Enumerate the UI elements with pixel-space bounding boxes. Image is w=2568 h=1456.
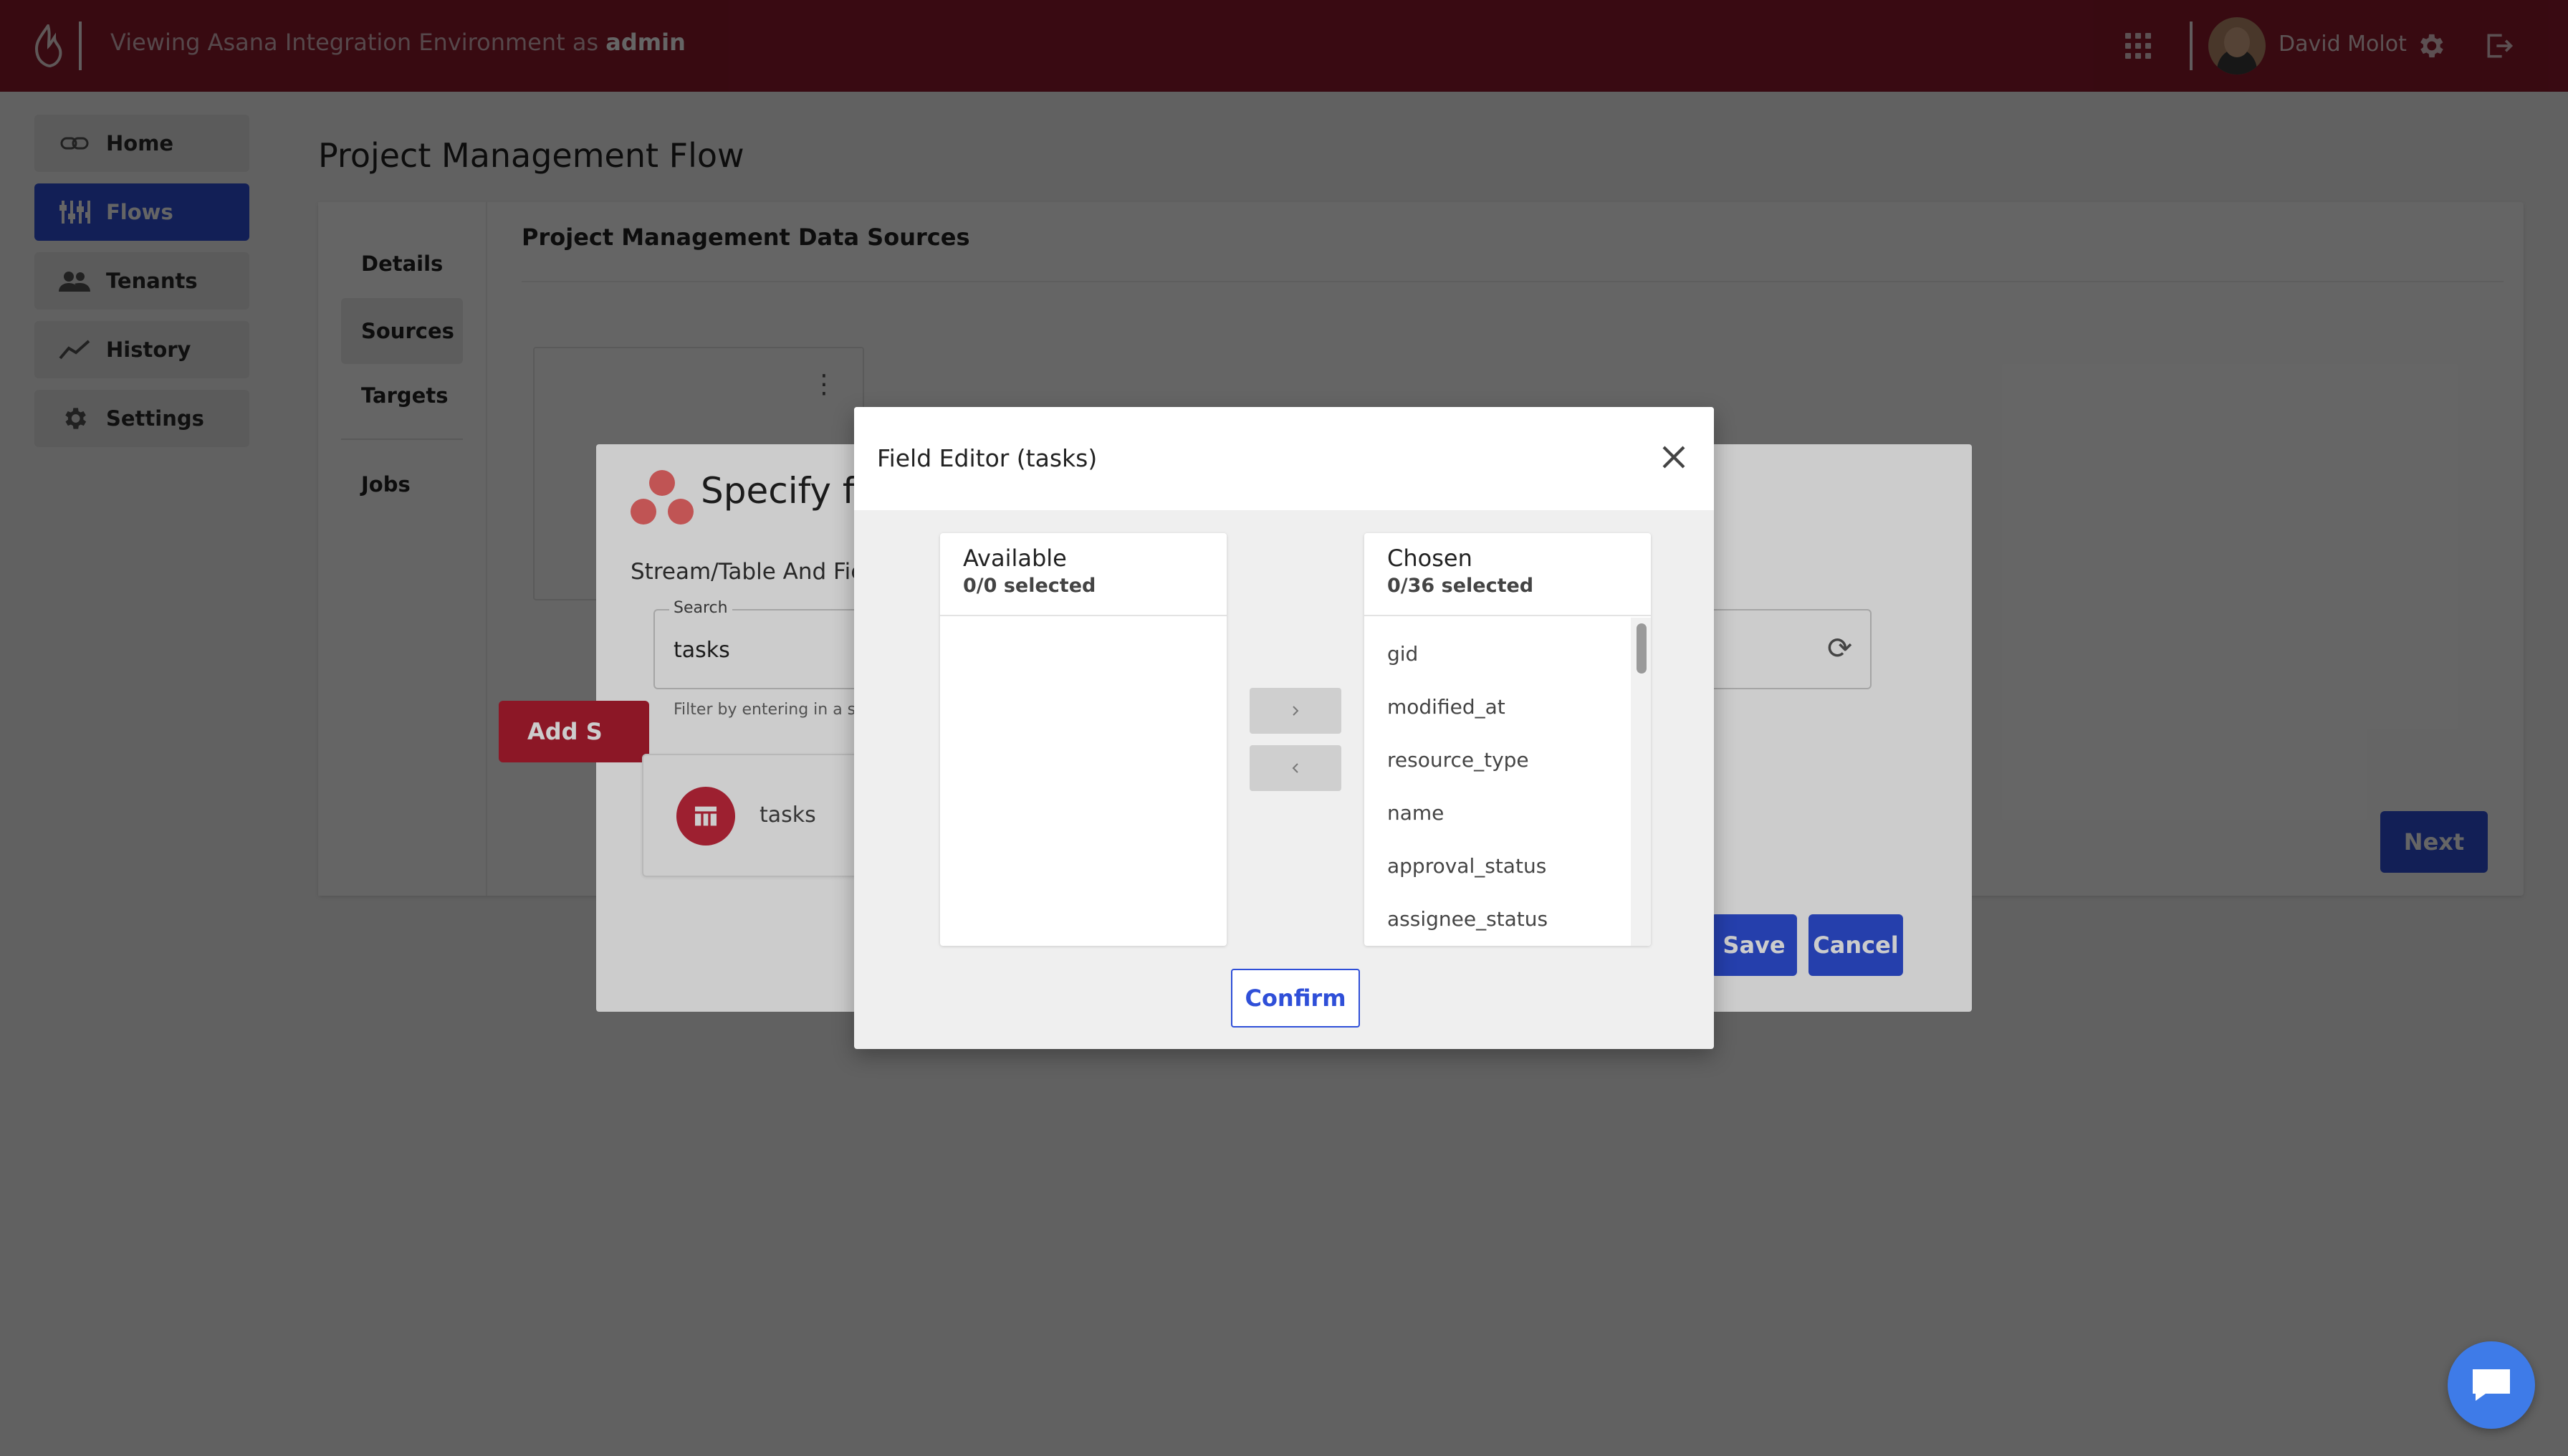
chosen-items: gid modified_at resource_type name appro… [1364,618,1651,946]
scrollbar-thumb[interactable] [1637,623,1647,674]
list-item[interactable]: assignee_status [1387,907,1548,931]
available-title: Available [963,545,1067,572]
chosen-count: 0/36 selected [1387,575,1534,597]
dialog-header: Field Editor (tasks) [854,407,1714,510]
chat-button[interactable] [2448,1341,2535,1429]
close-icon[interactable] [1654,437,1694,477]
list-item[interactable]: modified_at [1387,695,1505,719]
available-header: Available 0/0 selected [940,533,1227,616]
field-editor-dialog: Field Editor (tasks) Available 0/0 selec… [854,407,1714,1049]
move-left-button[interactable] [1250,745,1341,791]
dialog-title: Field Editor (tasks) [877,444,1098,472]
available-count: 0/0 selected [963,575,1096,597]
move-right-button[interactable] [1250,688,1341,734]
confirm-button[interactable]: Confirm [1231,969,1360,1028]
list-item[interactable]: approval_status [1387,854,1546,878]
list-item[interactable]: resource_type [1387,748,1529,772]
list-item[interactable]: name [1387,801,1444,825]
chosen-header: Chosen 0/36 selected [1364,533,1651,616]
chosen-title: Chosen [1387,545,1472,572]
chevron-right-icon [1293,706,1299,716]
chevron-left-icon [1292,763,1298,773]
list-item[interactable]: gid [1387,642,1418,666]
chosen-list: Chosen 0/36 selected gid modified_at res… [1364,533,1651,946]
available-list: Available 0/0 selected [940,533,1227,946]
chat-bubble-icon [2473,1369,2510,1401]
available-items[interactable] [940,618,1227,946]
